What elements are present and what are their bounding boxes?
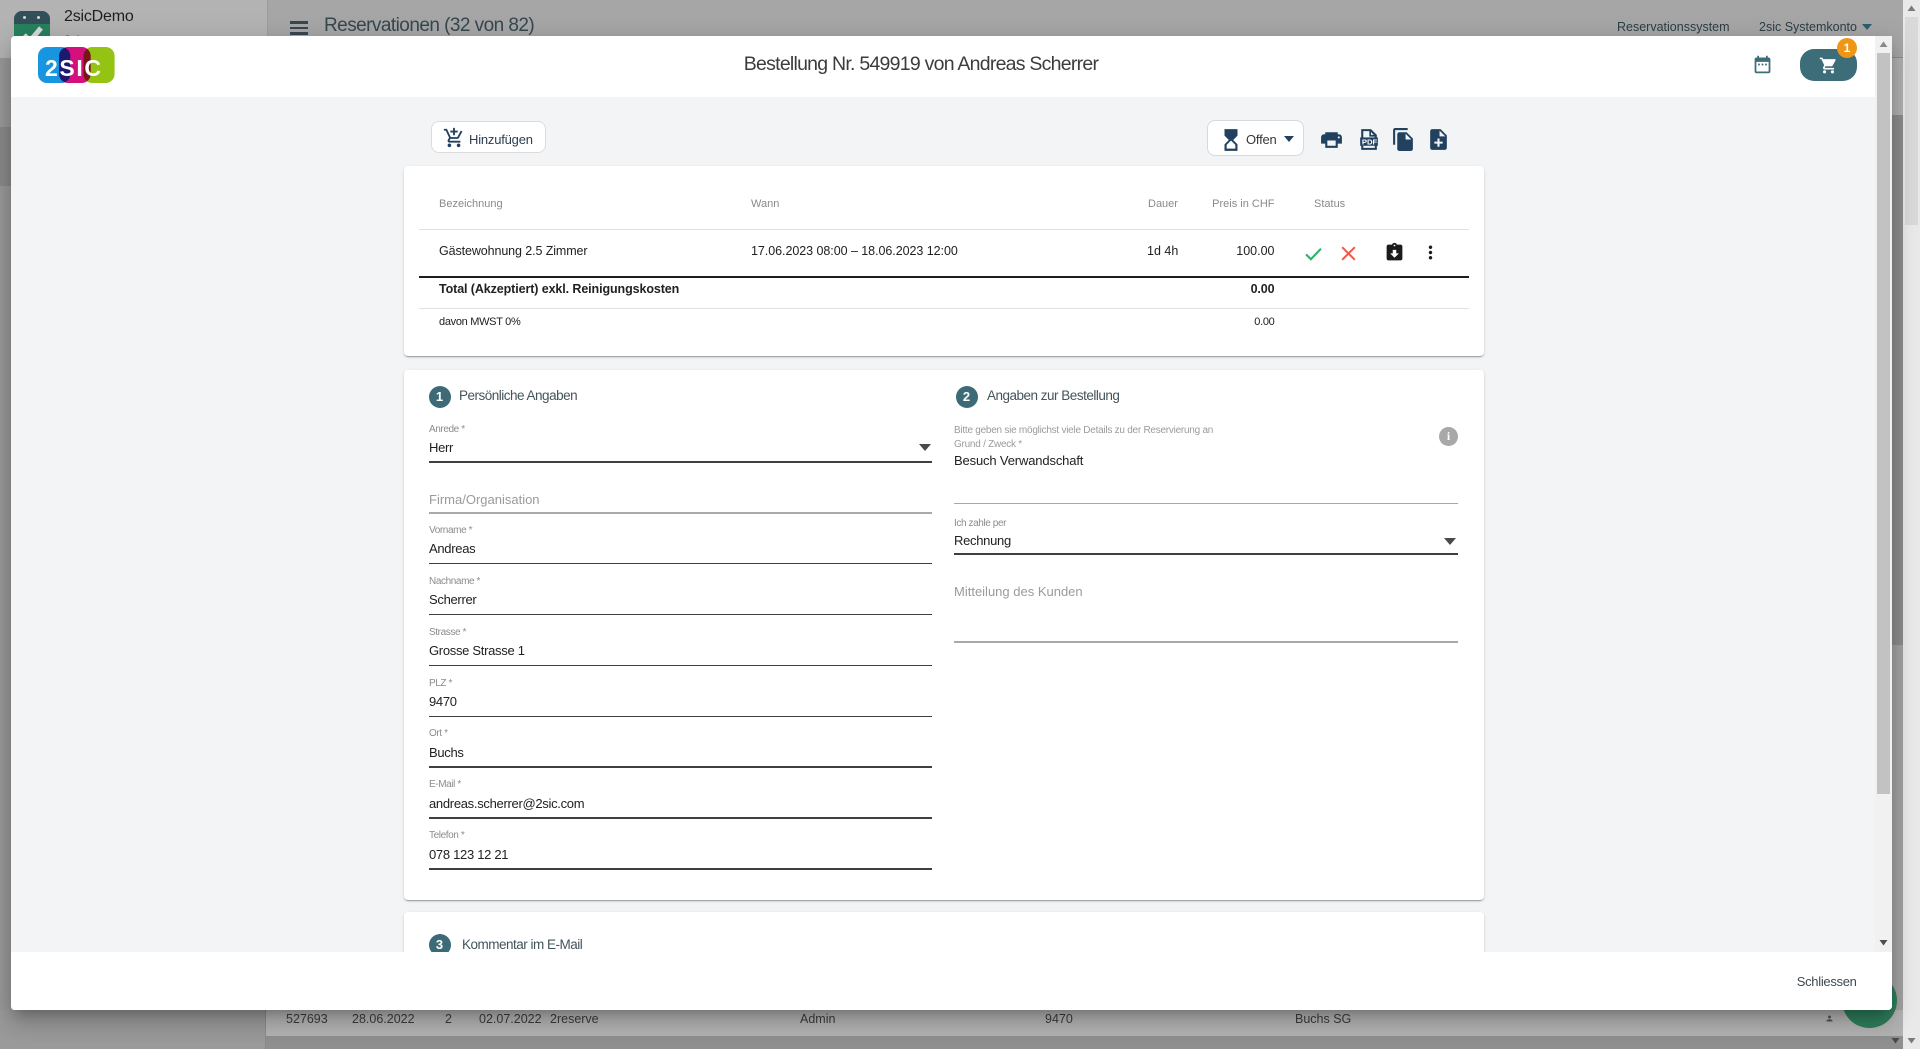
- svg-text:PDF: PDF: [1362, 138, 1378, 147]
- svg-text:2SIC: 2SIC: [45, 55, 101, 81]
